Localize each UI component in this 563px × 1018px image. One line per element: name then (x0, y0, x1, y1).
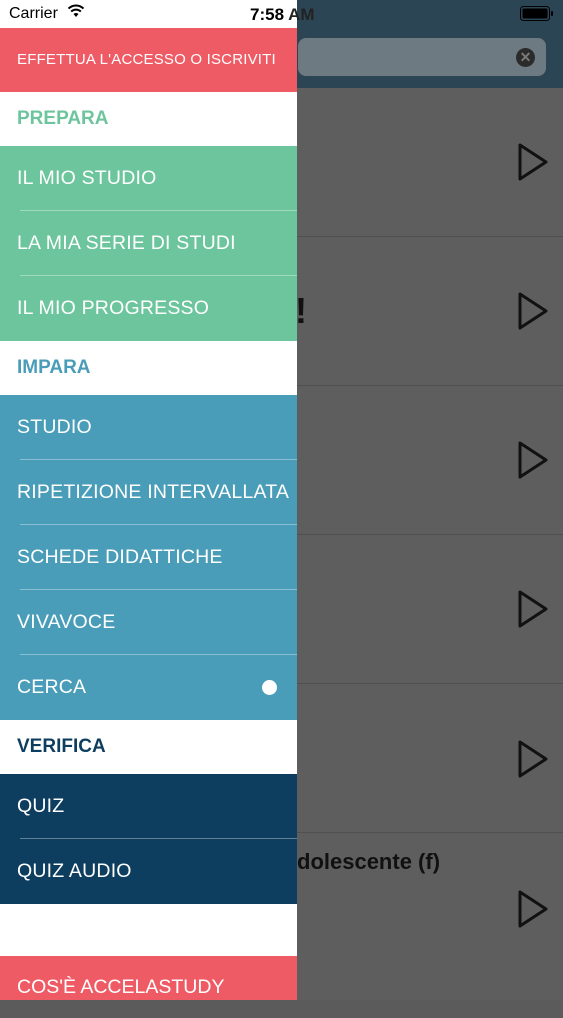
clock-time: 7:58 (250, 5, 285, 24)
menu-item-quiz-audio[interactable]: QUIZ AUDIO (0, 839, 297, 904)
list-item-title: dolescente (f) (297, 849, 441, 874)
menu-item-vivavoce[interactable]: VIVAVOCE (0, 590, 297, 655)
menu-item-label: IL MIO PROGRESSO (17, 297, 210, 319)
section-header-verifica: VERIFICA (0, 720, 297, 774)
menu-item-label: SCHEDE DIDATTICHE (17, 546, 223, 568)
menu-item-label: QUIZ AUDIO (17, 860, 132, 882)
clock-ampm: AM (288, 5, 315, 24)
section-header-impara: IMPARA (0, 341, 297, 395)
menu-item-cerca[interactable]: CERCA (0, 655, 297, 720)
battery-icon (520, 6, 553, 21)
carrier-label: Carrier (9, 5, 58, 22)
menu-item-studio[interactable]: STUDIO (0, 395, 297, 460)
menu-item-il-mio-progresso[interactable]: IL MIO PROGRESSO (0, 276, 297, 341)
clear-search-icon[interactable]: ✕ (516, 48, 535, 67)
play-icon[interactable] (516, 739, 550, 779)
play-icon[interactable] (516, 142, 550, 182)
section-header-prepara: PREPARA (0, 92, 297, 146)
clock: 7:58 AM (250, 5, 315, 25)
wifi-icon (67, 4, 85, 17)
side-menu: EFFETTUA L'ACCESSO O ISCRIVITI PREPARA I… (0, 0, 297, 1000)
menu-item-label: RIPETIZIONE INTERVALLATA (17, 481, 290, 503)
menu-item-la-mia-serie-di-studi[interactable]: LA MIA SERIE DI STUDI (0, 211, 297, 276)
menu-item-label: CERCA (17, 676, 87, 698)
play-icon[interactable] (516, 889, 550, 929)
play-icon[interactable] (516, 291, 550, 331)
menu-item-label: QUIZ (17, 795, 65, 817)
status-bar: Carrier 7:58 AM (0, 0, 563, 28)
play-icon[interactable] (516, 589, 550, 629)
selected-indicator-icon (262, 680, 277, 695)
menu-item-ripetizione-intervallata[interactable]: RIPETIZIONE INTERVALLATA (0, 460, 297, 525)
login-signup-button[interactable]: EFFETTUA L'ACCESSO O ISCRIVITI (0, 28, 297, 92)
menu-item-quiz[interactable]: QUIZ (0, 774, 297, 839)
menu-item-label: VIVAVOCE (17, 611, 116, 633)
menu-item-label: IL MIO STUDIO (17, 167, 157, 189)
menu-item-schede-didattiche[interactable]: SCHEDE DIDATTICHE (0, 525, 297, 590)
menu-item-label: STUDIO (17, 416, 92, 438)
play-icon[interactable] (516, 440, 550, 480)
menu-item-label: LA MIA SERIE DI STUDI (17, 232, 236, 254)
search-input[interactable] (298, 38, 546, 76)
about-accelastudy-button[interactable]: COS'È ACCELASTUDY (0, 956, 297, 1000)
menu-item-il-mio-studio[interactable]: IL MIO STUDIO (0, 146, 297, 211)
